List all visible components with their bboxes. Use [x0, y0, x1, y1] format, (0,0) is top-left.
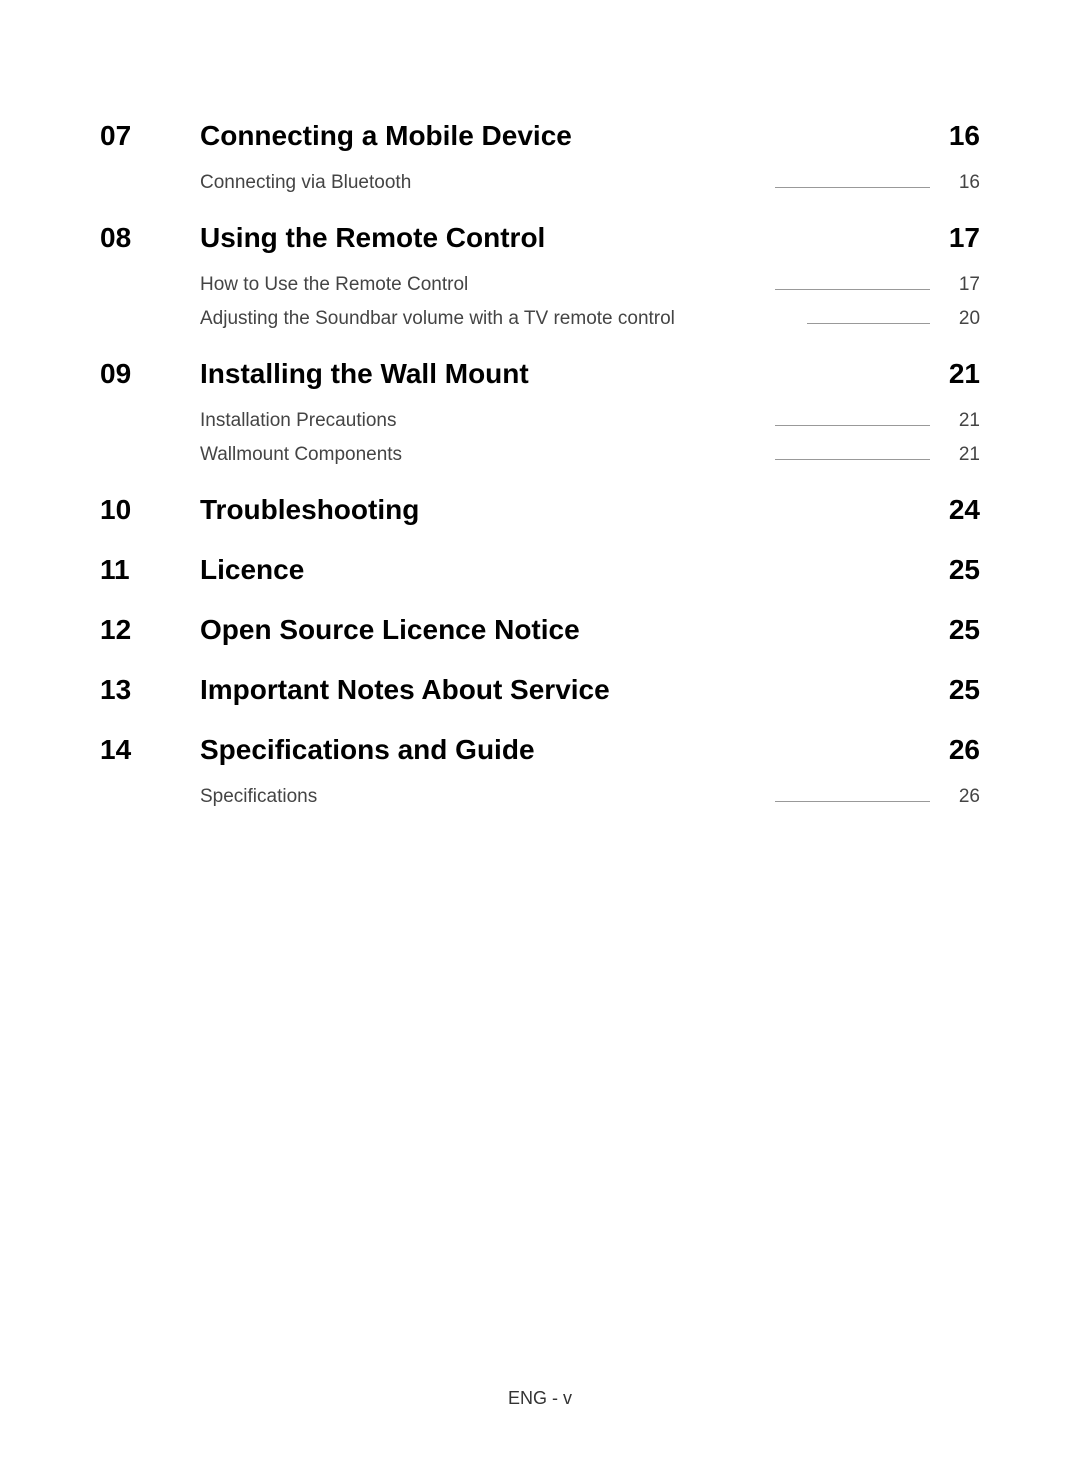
toc-page: 07 Connecting a Mobile Device 16 Connect…: [0, 0, 1080, 808]
section-title: Open Source Licence Notice: [200, 614, 920, 646]
page-footer: ENG - v: [0, 1388, 1080, 1409]
section-title: Troubleshooting: [200, 494, 920, 526]
section-page: 17: [920, 222, 980, 254]
toc-section-09: 09 Installing the Wall Mount 21 Installa…: [100, 358, 980, 466]
sub-item-title: Wallmount Components: [200, 444, 402, 466]
section-header[interactable]: 11 Licence 25: [100, 554, 980, 586]
section-page: 16: [920, 120, 980, 152]
section-number: 10: [100, 494, 200, 526]
sub-item-title: Connecting via Bluetooth: [200, 172, 411, 194]
section-title: Specifications and Guide: [200, 734, 920, 766]
section-header[interactable]: 08 Using the Remote Control 17: [100, 222, 980, 254]
section-page: 26: [920, 734, 980, 766]
toc-section-08: 08 Using the Remote Control 17 How to Us…: [100, 222, 980, 330]
toc-section-11: 11 Licence 25: [100, 554, 980, 586]
section-number: 07: [100, 120, 200, 152]
toc-section-10: 10 Troubleshooting 24: [100, 494, 980, 526]
section-page: 21: [920, 358, 980, 390]
section-header[interactable]: 10 Troubleshooting 24: [100, 494, 980, 526]
section-title: Using the Remote Control: [200, 222, 920, 254]
sub-item-title: Adjusting the Soundbar volume with a TV …: [200, 308, 675, 330]
leader-line: [775, 289, 930, 290]
section-title: Connecting a Mobile Device: [200, 120, 920, 152]
section-title: Installing the Wall Mount: [200, 358, 920, 390]
leader-line: [807, 323, 930, 324]
sub-item-page: 17: [940, 274, 980, 296]
section-number: 14: [100, 734, 200, 766]
leader-line: [775, 459, 930, 460]
section-number: 08: [100, 222, 200, 254]
leader-line: [775, 187, 930, 188]
section-number: 13: [100, 674, 200, 706]
section-page: 25: [920, 674, 980, 706]
sub-item-page: 16: [940, 172, 980, 194]
sub-item-title: Specifications: [200, 786, 317, 808]
section-title: Important Notes About Service: [200, 674, 920, 706]
section-page: 25: [920, 614, 980, 646]
sub-item-page: 21: [940, 444, 980, 466]
toc-section-13: 13 Important Notes About Service 25: [100, 674, 980, 706]
sub-item[interactable]: Connecting via Bluetooth 16: [200, 172, 980, 194]
sub-item-title: Installation Precautions: [200, 410, 396, 432]
sub-item-title: How to Use the Remote Control: [200, 274, 468, 296]
section-header[interactable]: 13 Important Notes About Service 25: [100, 674, 980, 706]
section-number: 12: [100, 614, 200, 646]
section-header[interactable]: 14 Specifications and Guide 26: [100, 734, 980, 766]
section-page: 24: [920, 494, 980, 526]
sub-item[interactable]: How to Use the Remote Control 17: [200, 274, 980, 296]
toc-section-07: 07 Connecting a Mobile Device 16 Connect…: [100, 120, 980, 194]
sub-item-page: 20: [940, 308, 980, 330]
toc-section-12: 12 Open Source Licence Notice 25: [100, 614, 980, 646]
sub-item[interactable]: Installation Precautions 21: [200, 410, 980, 432]
leader-line: [775, 801, 930, 802]
sub-item[interactable]: Wallmount Components 21: [200, 444, 980, 466]
leader-line: [775, 425, 930, 426]
toc-section-14: 14 Specifications and Guide 26 Specifica…: [100, 734, 980, 808]
sub-item-page: 26: [940, 786, 980, 808]
sub-item[interactable]: Adjusting the Soundbar volume with a TV …: [200, 308, 980, 330]
section-page: 25: [920, 554, 980, 586]
section-header[interactable]: 12 Open Source Licence Notice 25: [100, 614, 980, 646]
section-header[interactable]: 07 Connecting a Mobile Device 16: [100, 120, 980, 152]
section-header[interactable]: 09 Installing the Wall Mount 21: [100, 358, 980, 390]
section-title: Licence: [200, 554, 920, 586]
section-number: 11: [100, 554, 200, 586]
section-number: 09: [100, 358, 200, 390]
sub-item-page: 21: [940, 410, 980, 432]
sub-item[interactable]: Specifications 26: [200, 786, 980, 808]
